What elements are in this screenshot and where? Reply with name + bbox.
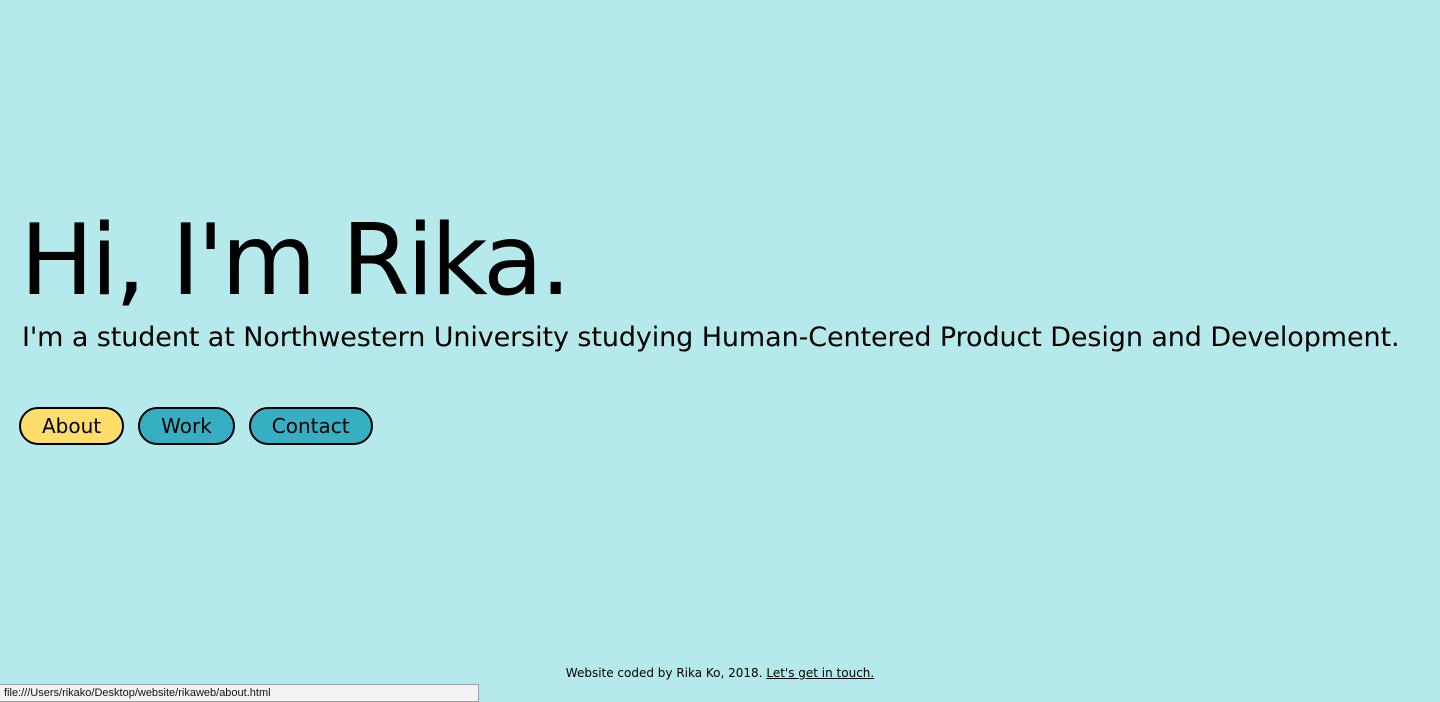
browser-status-url: file:///Users/rikako/Desktop/website/rik… bbox=[0, 684, 479, 702]
hero-section: Hi, I'm Rika. I'm a student at Northwest… bbox=[20, 205, 1420, 354]
page-subtitle: I'm a student at Northwestern University… bbox=[22, 321, 1400, 353]
footer: Website coded by Rika Ko, 2018. Let's ge… bbox=[0, 665, 1440, 681]
footer-link[interactable]: Let's get in touch. bbox=[766, 666, 874, 680]
page-title: Hi, I'm Rika. bbox=[20, 204, 571, 318]
about-button[interactable]: About bbox=[19, 407, 125, 445]
work-button[interactable]: Work bbox=[138, 407, 235, 445]
contact-button[interactable]: Contact bbox=[248, 407, 373, 445]
primary-navigation: About Work Contact bbox=[19, 407, 373, 445]
footer-text: Website coded by Rika Ko, 2018. bbox=[565, 666, 763, 680]
